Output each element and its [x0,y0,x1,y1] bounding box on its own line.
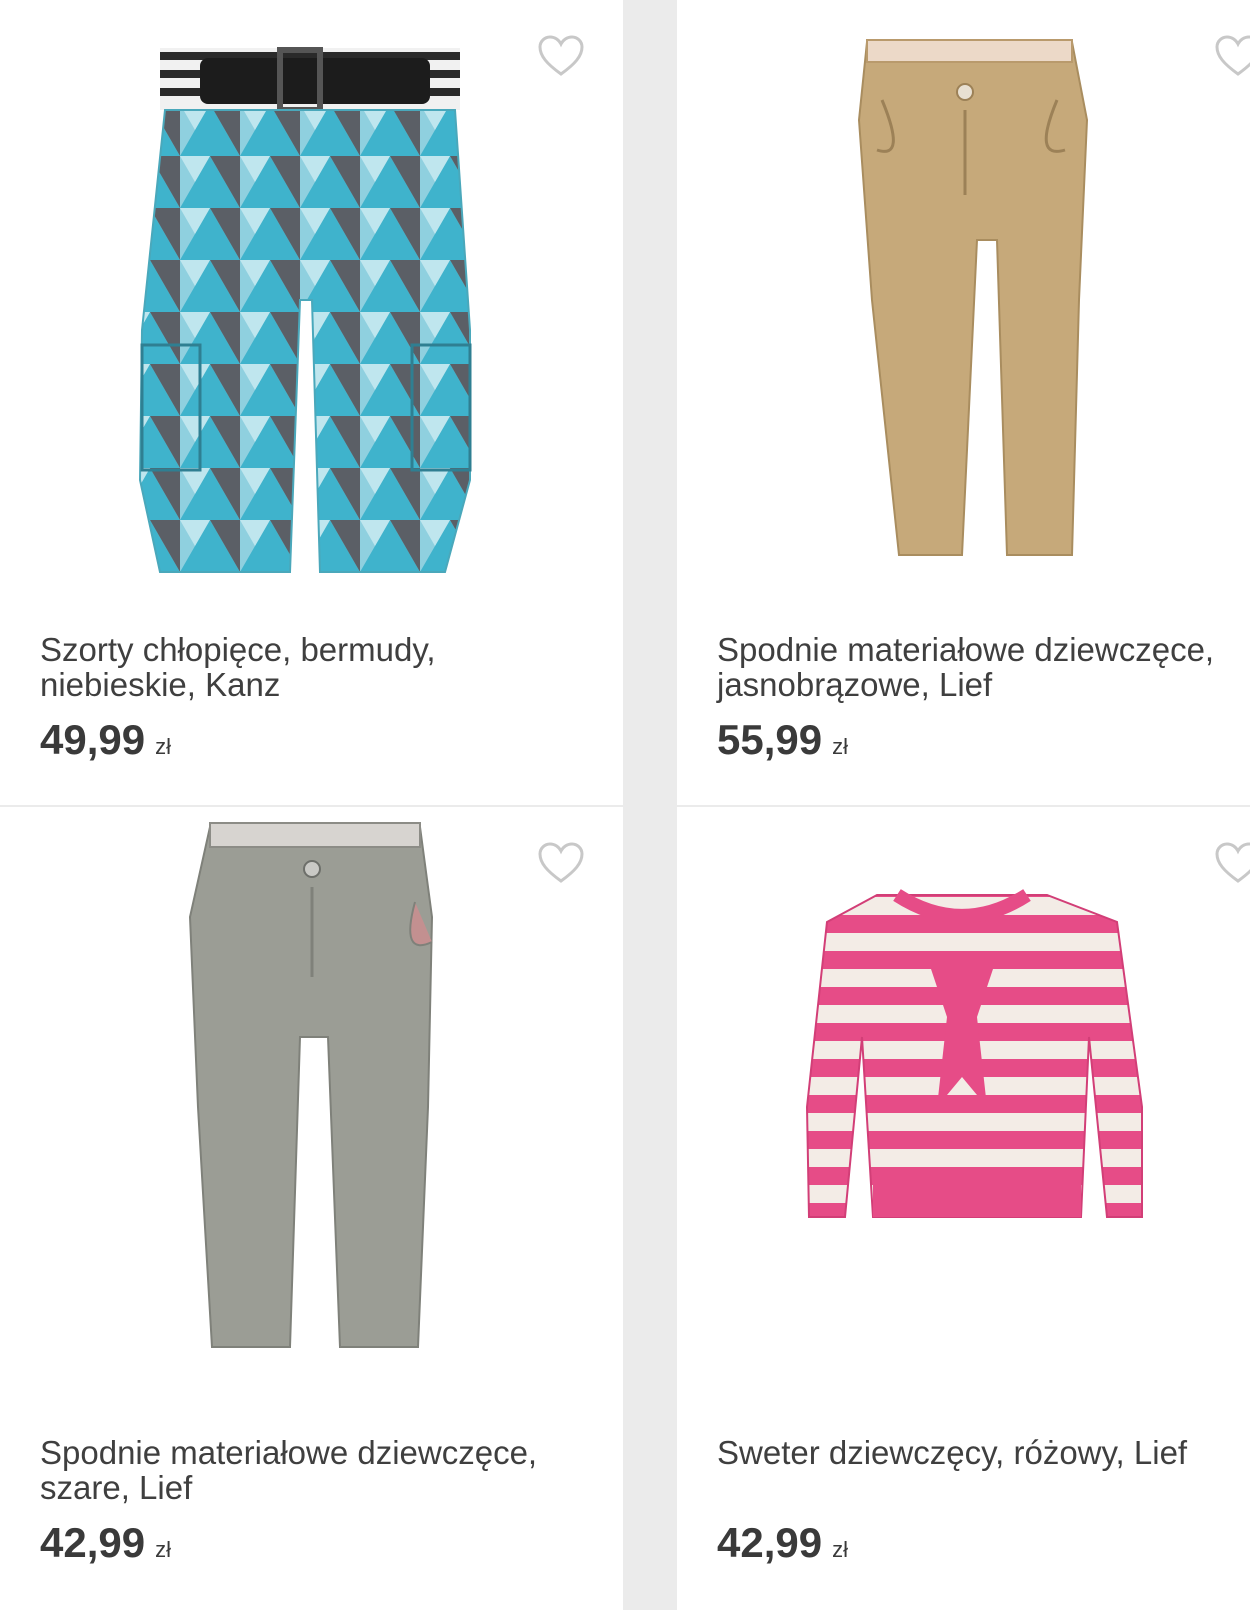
product-price: 49,99 zł [40,716,171,764]
product-image-grey-trousers[interactable] [0,807,623,1417]
product-card[interactable]: Spodnie materiałowe dziewczęce, szare, L… [0,807,623,1610]
product-card[interactable]: Sweter dziewczęcy, różowy, Lief 42,99 zł [677,807,1250,1610]
product-title[interactable]: Spodnie materiałowe dziewczęce, jasnobrą… [717,632,1247,702]
product-image-pink-sweater[interactable] [677,807,1250,1417]
price-currency: zł [832,1537,848,1562]
product-price: 42,99 zł [40,1519,171,1567]
price-currency: zł [832,734,848,759]
product-title[interactable]: Spodnie materiałowe dziewczęce, szare, L… [40,1435,580,1505]
heart-icon[interactable] [537,841,585,885]
price-value: 42,99 [717,1519,823,1566]
product-grid: Szorty chłopięce, bermudy, niebieskie, K… [0,0,1250,1610]
product-card[interactable]: Szorty chłopięce, bermudy, niebieskie, K… [0,0,623,805]
heart-icon[interactable] [537,34,585,78]
product-card[interactable]: Spodnie materiałowe dziewczęce, jasnobrą… [677,0,1250,805]
price-value: 42,99 [40,1519,146,1566]
price-currency: zł [155,1537,171,1562]
product-price: 55,99 zł [717,716,848,764]
price-currency: zł [155,734,171,759]
product-title[interactable]: Szorty chłopięce, bermudy, niebieskie, K… [40,632,580,702]
heart-icon[interactable] [1214,34,1250,78]
heart-icon[interactable] [1214,841,1250,885]
product-price: 42,99 zł [717,1519,848,1567]
product-image-beige-trousers[interactable] [677,0,1250,610]
product-title[interactable]: Sweter dziewczęcy, różowy, Lief [717,1435,1247,1470]
price-value: 55,99 [717,716,823,763]
price-value: 49,99 [40,716,146,763]
product-image-blue-shorts[interactable] [0,0,623,610]
